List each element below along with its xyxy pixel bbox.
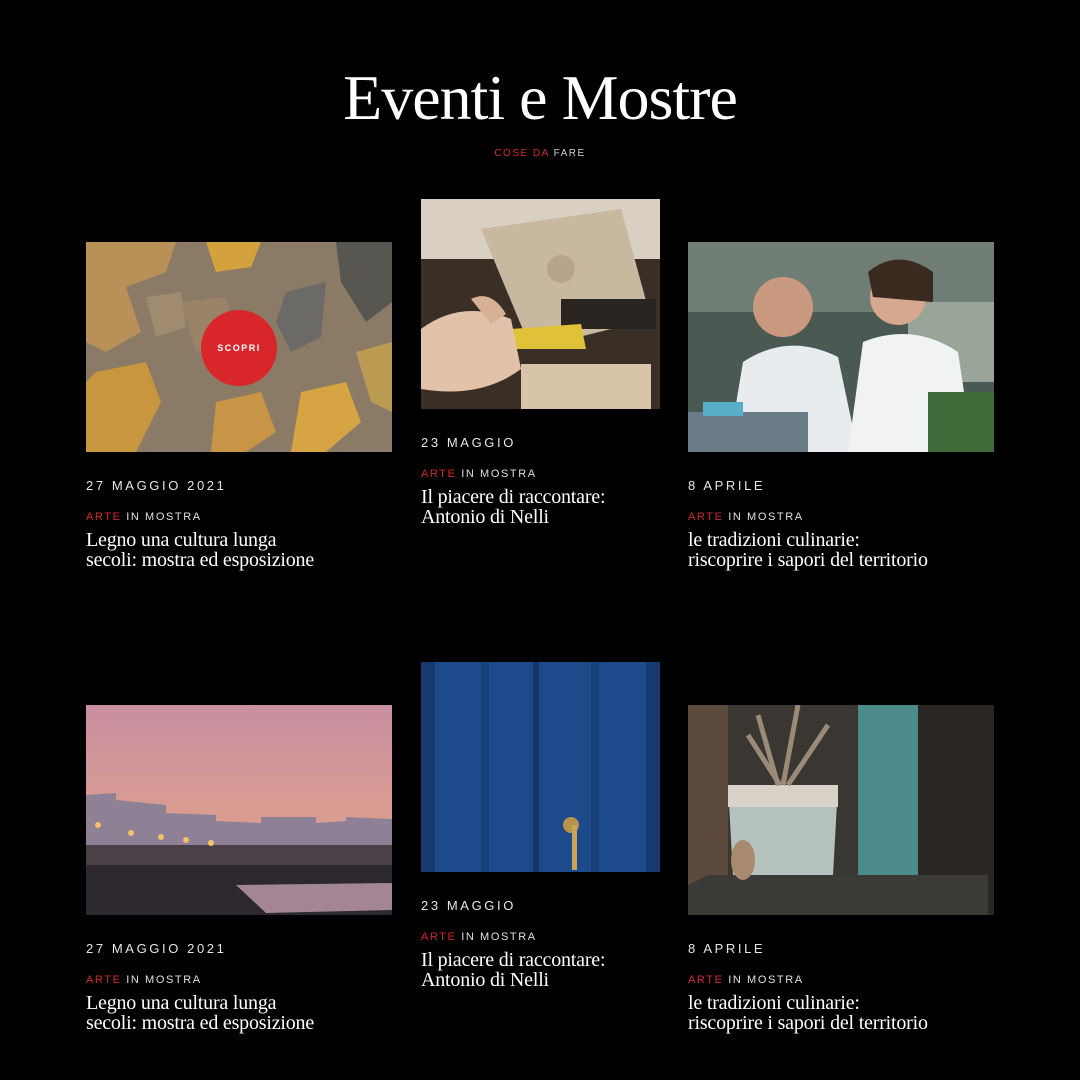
event-date: 8 APRILE (688, 478, 766, 493)
category-label: IN MOSTRA (126, 511, 202, 523)
event-date: 8 APRILE (688, 941, 766, 956)
event-card[interactable]: 23 MAGGIO ARTE IN MOSTRA Il piacere di r… (421, 199, 660, 527)
category-link[interactable]: ARTE (86, 511, 122, 523)
event-card[interactable]: 23 MAGGIO ARTE IN MOSTRA Il piacere di r… (421, 662, 660, 990)
category-link[interactable]: ARTE (86, 974, 122, 986)
coastal-town-sunset-image[interactable] (86, 705, 392, 915)
event-title[interactable]: le tradizioni culinarie: riscoprire i sa… (688, 530, 928, 570)
event-title[interactable]: Legno una cultura lunga secoli: mostra e… (86, 993, 326, 1033)
event-card[interactable]: SCOPRI 27 MAGGIO 2021 ARTE IN MOSTRA Leg… (86, 242, 392, 570)
event-title[interactable]: Il piacere di raccontare: Antonio di Nel… (421, 950, 661, 990)
category-link[interactable]: ARTE (421, 468, 457, 480)
blue-door-image[interactable] (421, 662, 660, 872)
event-category: ARTE IN MOSTRA (86, 510, 392, 524)
category-label: IN MOSTRA (728, 511, 804, 523)
event-category: ARTE IN MOSTRA (86, 973, 392, 987)
event-category: ARTE IN MOSTRA (688, 510, 994, 524)
event-date: 27 MAGGIO 2021 (86, 941, 227, 956)
scopri-button[interactable]: SCOPRI (201, 310, 277, 386)
breadcrumb-category-link[interactable]: COSE DA (494, 148, 549, 159)
potted-plant-image[interactable] (688, 705, 994, 915)
event-category: ARTE IN MOSTRA (421, 467, 660, 481)
page-title: Eventi e Mostre (343, 62, 738, 133)
category-label: IN MOSTRA (461, 931, 537, 943)
craft-workshop-image[interactable] (421, 199, 660, 409)
breadcrumb: COSE DA FARE (0, 147, 1080, 161)
event-title[interactable]: Il piacere di raccontare: Antonio di Nel… (421, 487, 661, 527)
category-label: IN MOSTRA (728, 974, 804, 986)
event-card[interactable]: 8 APRILE ARTE IN MOSTRA le tradizioni cu… (688, 242, 994, 570)
bark-texture-image[interactable]: SCOPRI (86, 242, 392, 452)
event-title[interactable]: Legno una cultura lunga secoli: mostra e… (86, 530, 326, 570)
event-date: 23 MAGGIO (421, 898, 516, 913)
event-date: 23 MAGGIO (421, 435, 516, 450)
chefs-cooking-image[interactable] (688, 242, 994, 452)
event-card[interactable]: 27 MAGGIO 2021 ARTE IN MOSTRA Legno una … (86, 705, 392, 1033)
event-card[interactable]: 8 APRILE ARTE IN MOSTRA le tradizioni cu… (688, 705, 994, 1033)
category-link[interactable]: ARTE (421, 931, 457, 943)
event-category: ARTE IN MOSTRA (421, 930, 660, 944)
category-link[interactable]: ARTE (688, 974, 724, 986)
category-label: IN MOSTRA (126, 974, 202, 986)
event-title[interactable]: le tradizioni culinarie: riscoprire i sa… (688, 993, 928, 1033)
category-link[interactable]: ARTE (688, 511, 724, 523)
event-category: ARTE IN MOSTRA (688, 973, 994, 987)
event-date: 27 MAGGIO 2021 (86, 478, 227, 493)
breadcrumb-current: FARE (553, 148, 586, 159)
category-label: IN MOSTRA (461, 468, 537, 480)
